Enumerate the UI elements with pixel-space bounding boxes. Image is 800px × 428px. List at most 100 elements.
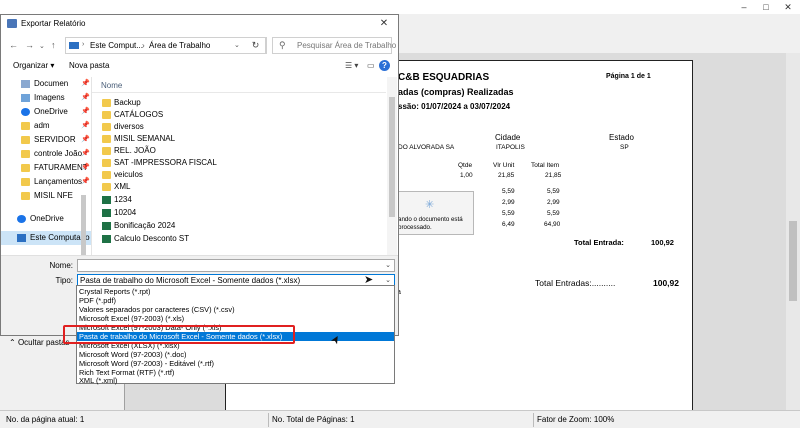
excel-file-icon <box>102 235 111 243</box>
nav-item-adm[interactable]: adm 📌 <box>1 119 91 133</box>
help-icon[interactable]: ? <box>379 60 390 71</box>
total-entradas-label: Total Entradas:.......... <box>535 278 616 288</box>
col-total-item: Total Item <box>531 162 560 169</box>
file-name: REL. JOÃO <box>114 146 156 155</box>
file-name-input[interactable]: ⌄ <box>77 259 395 272</box>
list-item[interactable]: Calculo Desconto ST <box>92 233 382 245</box>
type-option[interactable]: PDF (*.pdf) <box>77 296 394 305</box>
row-qtde: 1,00 <box>460 172 473 179</box>
preview-pane-icon[interactable]: ▭ <box>367 61 375 70</box>
folder-icon <box>102 159 111 167</box>
report-period: ssão: 01/07/2024 a 03/07/2024 <box>398 102 511 111</box>
list-item[interactable]: Bonificação 2024 <box>92 220 382 232</box>
scroll-thumb[interactable] <box>789 221 797 301</box>
list-item[interactable]: MISIL SEMANAL <box>92 133 382 145</box>
file-name: Backup <box>114 98 141 107</box>
hide-folders-label: Ocultar pastas <box>17 338 70 347</box>
history-chevron-icon[interactable]: ⌄ <box>39 42 45 50</box>
pictures-icon <box>21 94 30 102</box>
pin-icon: 📌 <box>81 122 90 129</box>
nav-item-label: SERVIDOR <box>34 135 76 144</box>
list-item[interactable]: Backup <box>92 97 382 109</box>
report-page-indicator: Página 1 de 1 <box>606 73 651 80</box>
chevron-down-icon[interactable]: ⌄ <box>385 261 391 269</box>
list-item[interactable]: REL. JOÃO <box>92 145 382 157</box>
nav-item-faturamento[interactable]: FATURAMENT 📌 <box>1 161 91 175</box>
list-item[interactable]: veiculos <box>92 169 382 181</box>
pin-icon: 📌 <box>81 164 90 171</box>
type-option[interactable]: Microsoft Word (97-2003) (*.doc) <box>77 350 394 359</box>
nav-item-lancamentos[interactable]: Lançamentos 📌 <box>1 175 91 189</box>
list-item[interactable]: diversos <box>92 121 382 133</box>
tooltip-line1: ando o documento está <box>398 216 463 223</box>
nav-item-label: MISIL NFE <box>34 191 73 200</box>
list-item[interactable]: 10204 <box>92 207 382 219</box>
nav-item-onedrive-root[interactable]: OneDrive <box>1 212 91 226</box>
nav-item-images[interactable]: Imagens 📌 <box>1 91 91 105</box>
address-root[interactable]: Este Comput... <box>90 41 143 50</box>
file-name: 1234 <box>114 195 132 204</box>
forward-arrow-icon[interactable]: → <box>25 40 34 50</box>
chevron-down-icon[interactable]: ⌄ <box>234 41 240 49</box>
type-option[interactable]: Microsoft Excel (97-2003) (*.xls) <box>77 314 394 323</box>
list-item[interactable]: SAT -IMPRESSORA FISCAL <box>92 157 382 169</box>
folder-icon <box>102 147 111 155</box>
folder-icon <box>21 150 30 158</box>
col-qtde: Qtde <box>458 162 473 169</box>
list-item[interactable]: 1234 <box>92 194 382 206</box>
search-placeholder: Pesquisar Área de Trabalho <box>297 41 397 50</box>
close-icon[interactable]: ✕ <box>376 17 392 31</box>
view-options-icon[interactable]: ☰ ▾ <box>345 61 358 70</box>
pin-icon: 📌 <box>81 108 90 115</box>
nav-item-controle-joao[interactable]: controle João 📌 <box>1 147 91 161</box>
nav-item-this-pc[interactable]: Este Computado <box>1 231 91 245</box>
file-list-scrollbar[interactable] <box>387 77 397 255</box>
file-name: MISIL SEMANAL <box>114 134 176 143</box>
navigation-bar: ← → ⌄ ↑ › Este Comput... › Área de Traba… <box>1 35 398 57</box>
status-page-current: No. da página atual: 1 <box>6 415 85 424</box>
supplier-city: ITAPOLIS <box>496 144 525 151</box>
type-option[interactable]: Microsoft Word (97-2003) - Editável (*.r… <box>77 359 394 368</box>
address-bar[interactable]: › Este Comput... › Área de Trabalho ⌄ <box>65 37 267 54</box>
folder-icon <box>21 192 30 200</box>
list-item[interactable]: CATÁLOGOS <box>92 109 382 121</box>
close-window-icon[interactable]: ✕ <box>774 0 800 14</box>
report-subtitle: adas (compras) Realizadas <box>398 87 514 97</box>
nav-item-misil-nfe[interactable]: MISIL NFE <box>1 189 91 203</box>
organize-button[interactable]: Organizar ▾ <box>13 61 54 70</box>
column-header-name[interactable]: Nome <box>92 77 386 93</box>
pin-icon: 📌 <box>81 136 90 143</box>
address-folder[interactable]: Área de Trabalho <box>149 41 210 50</box>
nav-item-documents[interactable]: Documen 📌 <box>1 77 91 91</box>
type-option[interactable]: XML (*.xml) <box>77 376 394 385</box>
app-icon <box>7 19 17 28</box>
file-name: Calculo Desconto ST <box>114 234 190 243</box>
back-arrow-icon[interactable]: ← <box>9 40 18 50</box>
up-arrow-icon[interactable]: ↑ <box>51 40 56 50</box>
search-input[interactable]: ⚲ Pesquisar Área de Trabalho <box>272 37 396 54</box>
new-folder-button[interactable]: Nova pasta <box>69 61 109 70</box>
nav-item-label: adm <box>34 121 50 130</box>
pin-icon: 📌 <box>81 150 90 157</box>
status-page-total: No. Total de Páginas: 1 <box>272 415 355 424</box>
folder-icon <box>21 136 30 144</box>
refresh-icon[interactable]: ↻ <box>246 37 266 54</box>
pin-icon: 📌 <box>81 80 90 87</box>
chevron-down-icon[interactable]: ⌄ <box>385 276 391 284</box>
list-item[interactable]: XML <box>92 181 382 193</box>
nav-item-label: FATURAMENT <box>34 163 88 172</box>
type-option[interactable]: Crystal Reports (*.rpt) <box>77 287 394 296</box>
file-name: CATÁLOGOS <box>114 110 164 119</box>
nav-item-label: Imagens <box>34 93 65 102</box>
nav-item-servidor[interactable]: SERVIDOR 📌 <box>1 133 91 147</box>
processing-tooltip: ✳ ando o documento está processado. <box>394 191 474 235</box>
report-scrollbar[interactable] <box>786 53 800 410</box>
col-estado: Estado <box>609 133 634 142</box>
scroll-thumb[interactable] <box>389 97 395 217</box>
navpane-scroll-thumb[interactable] <box>81 195 86 255</box>
nav-item-onedrive[interactable]: OneDrive 📌 <box>1 105 91 119</box>
hide-folders-toggle[interactable]: ⌃ Ocultar pastas <box>9 338 70 347</box>
navigation-pane: Documen 📌 Imagens 📌 OneDrive 📌 adm 📌 SERVIDO… <box>1 77 91 255</box>
annotation-highlight <box>63 325 295 344</box>
type-option[interactable]: Valores separados por caracteres (CSV) (… <box>77 305 394 314</box>
